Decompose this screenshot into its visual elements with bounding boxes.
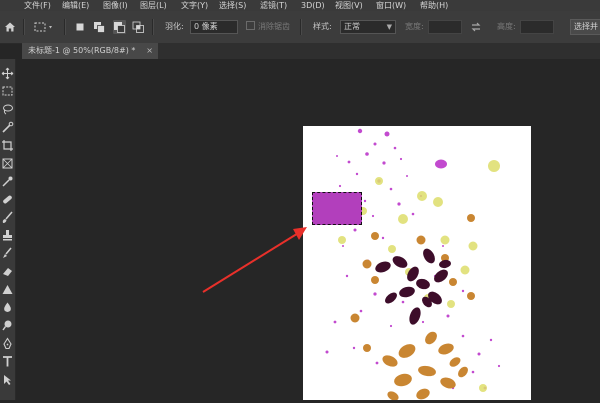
annotation-arrow	[202, 227, 307, 293]
